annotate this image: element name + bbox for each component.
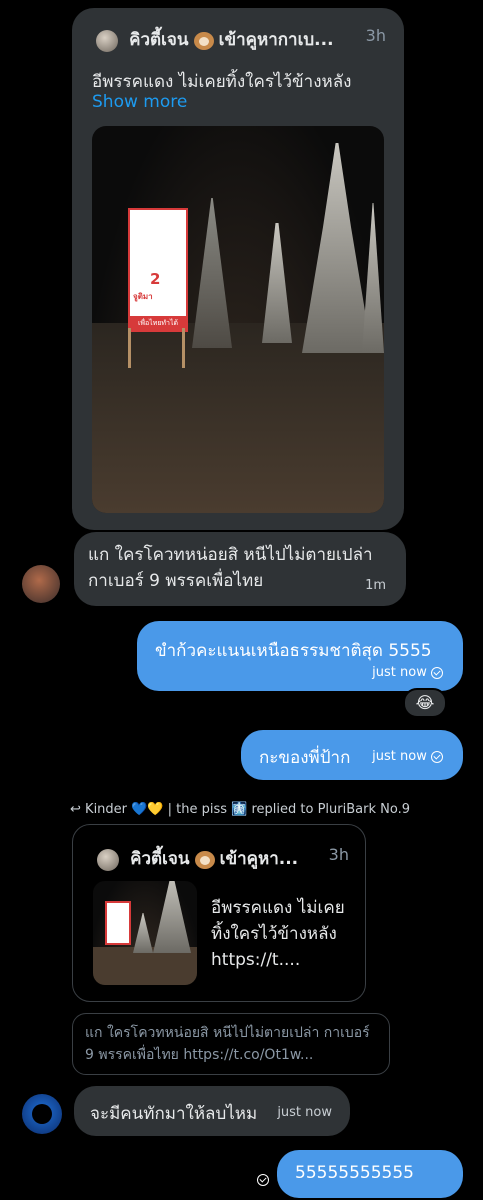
quoted-card-thumbnail <box>93 881 197 985</box>
quoted-post-header: คิวตี้เจน เข้าคูหากาเบ... 3h <box>96 26 386 52</box>
dog-emoji-icon <box>194 850 215 869</box>
author-name: คิวตี้เจน <box>130 849 190 869</box>
quoted-reply-preview[interactable]: แก ใครโควทหน่อยสิ หนีไปไม่ตายเปล่า กาเบอ… <box>72 1013 390 1075</box>
sent-check-icon <box>431 666 443 679</box>
quoted-card-text: อีพรรคแดง ไม่เคยทิ้งใครไว้ข้างหลัง https… <box>211 898 345 970</box>
avatar-figure <box>32 1104 52 1124</box>
post-text: อีพรรคแดง ไม่เคยทิ้งใครไว้ข้างหลัง <box>92 72 352 92</box>
sent-check-icon <box>257 1173 269 1186</box>
sender-avatar[interactable] <box>22 1094 62 1134</box>
author-avatar <box>96 29 118 52</box>
sign-slogan: เพื่อไทยทำได้ <box>130 316 186 330</box>
post-photo[interactable]: 2 จูติมา เพื่อไทยทำได้ <box>92 126 384 513</box>
message-text: กะของพี่ป้าก <box>259 748 351 768</box>
author-avatar <box>97 848 119 871</box>
message-text: ขำก้วคะแนนเหนือธรรมชาติสุด 5555 <box>155 641 432 661</box>
post-time: 3h <box>365 26 386 45</box>
message-text: 55555555555 <box>295 1163 414 1183</box>
dog-emoji-icon <box>193 31 214 50</box>
message-bubble-outgoing[interactable]: กะของพี่ป้าก just now <box>241 730 463 780</box>
post-time: 3h <box>328 845 349 864</box>
show-more-link[interactable]: Show more <box>92 92 187 112</box>
message-meta: just now <box>372 749 443 764</box>
message-bubble[interactable]: แก ใครโควทหน่อยสิ หนีไปไม่ตายเปล่า กาเบอ… <box>74 532 406 606</box>
reply-header: ↩ Kinder 💙💛 | the piss 🩻 replied to Plur… <box>70 802 410 817</box>
message-text: จะมีคนทักมาให้ลบไหม <box>90 1104 258 1124</box>
message-time: just now <box>372 665 427 680</box>
author-name: คิวตี้เจน <box>129 30 189 50</box>
reply-arrow-icon: ↩ <box>70 802 81 817</box>
message-meta: just now <box>372 665 443 680</box>
message-time: 1m <box>365 578 386 593</box>
message-bubble-outgoing[interactable]: ขำก้วคะแนนเหนือธรรมชาติสุด 5555 just now <box>137 621 463 691</box>
author-suffix: เข้าคูหา... <box>219 849 299 869</box>
message-bubble[interactable]: จะมีคนทักมาให้ลบไหม just now <box>74 1086 350 1136</box>
sign-name: จูติมา <box>133 292 153 301</box>
quoted-post-card[interactable]: คิวตี้เจน เข้าคูหา... 3h อีพรรคแดง ไม่เค… <box>72 824 366 1002</box>
message-text: แก ใครโควทหน่อยสิ หนีไปไม่ตายเปล่า กาเบอ… <box>88 545 373 591</box>
sent-check-icon <box>431 750 443 763</box>
author-suffix: เข้าคูหากาเบ... <box>218 30 334 50</box>
sender-avatar[interactable] <box>22 565 60 603</box>
sign-number: 2 <box>150 270 161 288</box>
message-time: just now <box>277 1105 332 1120</box>
quoted-reply-text: แก ใครโควทหน่อยสิ หนีไปไม่ตายเปล่า กาเบอ… <box>85 1025 370 1063</box>
reply-header-text: Kinder 💙💛 | the piss 🩻 replied to PluriB… <box>85 802 410 817</box>
reaction-badge[interactable]: 😂 <box>403 688 447 718</box>
campaign-sign: 2 จูติมา เพื่อไทยทำได้ <box>128 208 188 332</box>
quoted-post-bubble[interactable]: คิวตี้เจน เข้าคูหากาเบ... 3h อีพรรคแดง ไ… <box>72 8 404 530</box>
message-time: just now <box>372 749 427 764</box>
message-bubble-outgoing[interactable]: 55555555555 <box>257 1150 463 1198</box>
quoted-card-header: คิวตี้เจน เข้าคูหา... 3h <box>97 845 349 872</box>
